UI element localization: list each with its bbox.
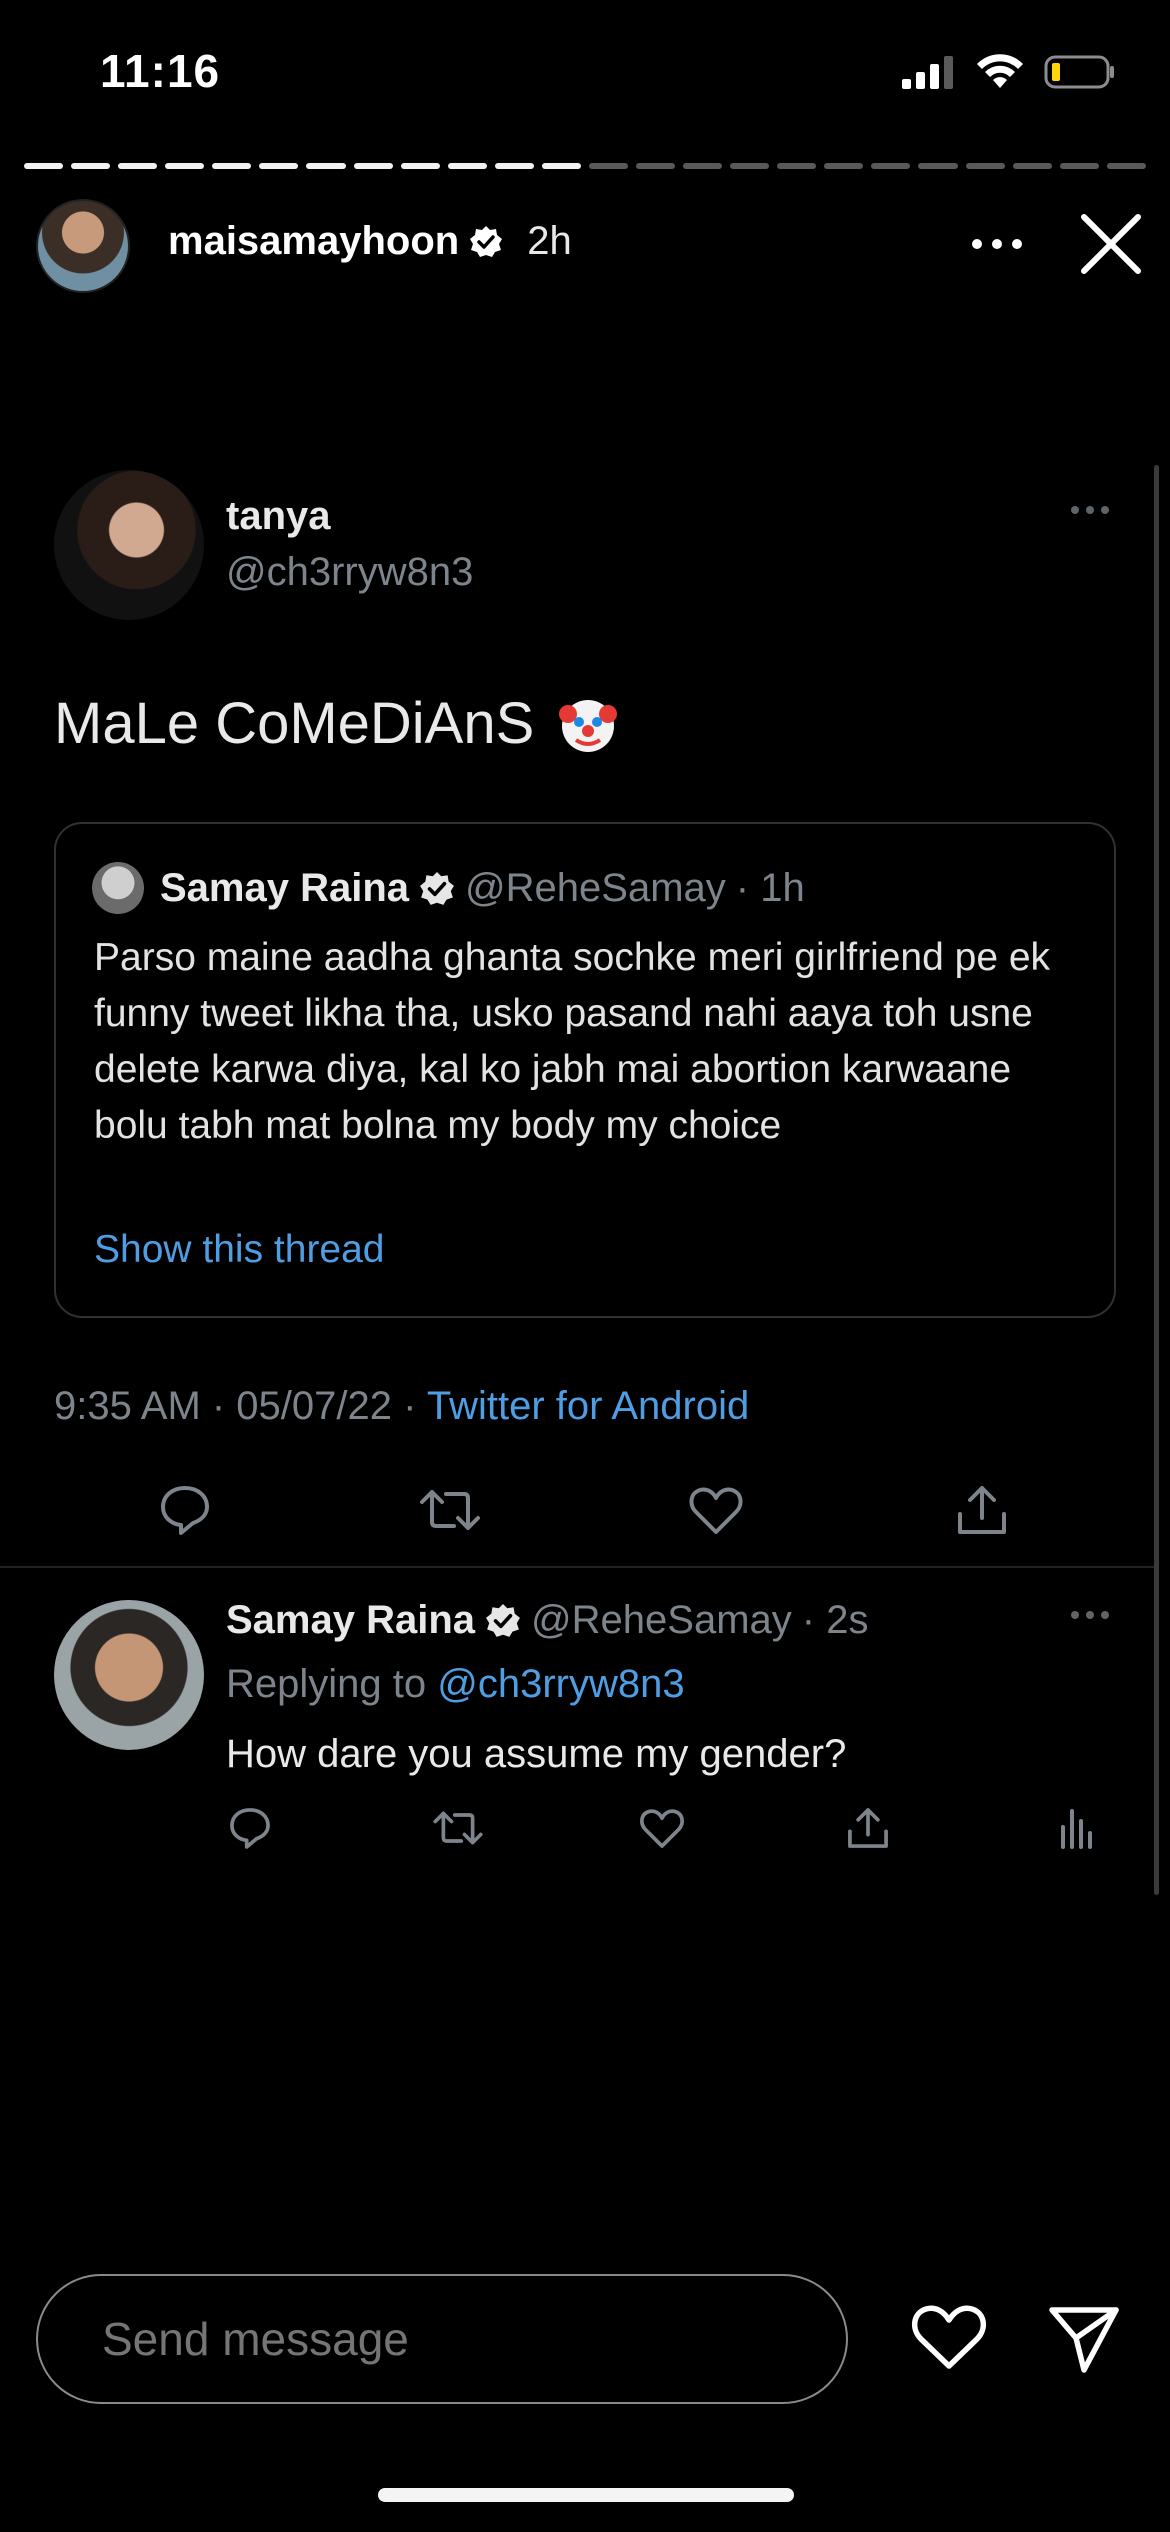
battery-icon bbox=[1044, 55, 1114, 89]
heart-icon bbox=[640, 1809, 684, 1848]
verified-badge-icon bbox=[486, 1603, 520, 1637]
reply-reply-action bbox=[222, 1800, 278, 1856]
story-progress-segment bbox=[918, 163, 958, 169]
story-progress-segment bbox=[353, 163, 393, 169]
divider bbox=[0, 1566, 1154, 1568]
cellular-signal-icon bbox=[902, 56, 953, 89]
status-icons bbox=[902, 54, 1116, 90]
story-progress-segment bbox=[165, 163, 205, 169]
ellipsis-icon bbox=[972, 239, 1022, 249]
story-progress-segment bbox=[1059, 163, 1099, 169]
story-progress-segment bbox=[777, 163, 817, 169]
story-progress-segment bbox=[212, 163, 252, 169]
tweet-text: MaLe CoMeDiAnS bbox=[54, 690, 620, 757]
clown-emoji-icon bbox=[559, 699, 618, 752]
replying-to-mention: @ch3rryw8n3 bbox=[437, 1662, 685, 1706]
story-progress-segment bbox=[824, 163, 864, 169]
story-progress-segment bbox=[541, 163, 581, 169]
story-progress-segment bbox=[306, 163, 346, 169]
story-progress-segment bbox=[871, 163, 911, 169]
tweet-source: Twitter for Android bbox=[426, 1384, 750, 1428]
reply-analytics-action bbox=[1048, 1800, 1104, 1856]
reply-author-handle: @ReheSamay bbox=[531, 1598, 792, 1642]
send-message-input[interactable] bbox=[102, 2312, 802, 2366]
story-progress-segment bbox=[400, 163, 440, 169]
tweet-actions bbox=[0, 1478, 1170, 1548]
quoted-author-handle: @ReheSamay bbox=[465, 866, 726, 910]
share-icon bbox=[958, 1486, 1006, 1534]
reply-actions bbox=[0, 1800, 1170, 1860]
tweet-timestamp: 9:35 AM · 05/07/22 · bbox=[54, 1384, 417, 1428]
story-progress-segment bbox=[1012, 163, 1052, 169]
story-author-avatar[interactable] bbox=[36, 199, 130, 293]
tweet-reply-action bbox=[153, 1478, 217, 1542]
more-options-button[interactable] bbox=[962, 219, 1032, 269]
reply-header: Samay Raina @ReheSamay · 2s bbox=[226, 1598, 868, 1643]
story-progress-segment bbox=[965, 163, 1005, 169]
story-progress-bar bbox=[24, 163, 1146, 169]
reply-share-action bbox=[840, 1800, 896, 1856]
status-bar: 11:16 bbox=[0, 0, 1170, 150]
tweet-author-avatar bbox=[54, 470, 204, 620]
story-progress-segment bbox=[636, 163, 676, 169]
quoted-tweet-text: Parso maine aadha ghanta sochke meri gir… bbox=[94, 936, 1051, 1147]
story-progress-segment bbox=[447, 163, 487, 169]
story-username[interactable]: maisamayhoon bbox=[168, 219, 459, 264]
home-indicator[interactable] bbox=[378, 2488, 794, 2502]
quoted-tweet-header: Samay Raina @ReheSamay · 1h bbox=[160, 866, 805, 911]
status-time: 11:16 bbox=[100, 45, 221, 97]
reply-like-action bbox=[634, 1800, 690, 1856]
reply-time: · 2s bbox=[801, 1598, 869, 1642]
reply-icon bbox=[161, 1486, 209, 1535]
retweet-icon bbox=[420, 1490, 480, 1530]
tweet-more-icon bbox=[1071, 506, 1109, 514]
reply-text: How dare you assume my gender? bbox=[226, 1732, 847, 1776]
wifi-icon bbox=[977, 54, 1023, 88]
story-progress-segment bbox=[683, 163, 723, 169]
story-progress-segment bbox=[118, 163, 158, 169]
reply-author-name: Samay Raina bbox=[226, 1598, 476, 1642]
story-progress-segment bbox=[1106, 163, 1146, 169]
tweet-like-action bbox=[684, 1478, 748, 1542]
reply-author-avatar bbox=[54, 1600, 204, 1750]
tweet-retweet-action bbox=[418, 1478, 482, 1542]
send-paper-plane-icon[interactable] bbox=[1046, 2300, 1122, 2376]
tweet-meta: 9:35 AM · 05/07/22 · Twitter for Android bbox=[54, 1384, 749, 1429]
heart-icon bbox=[689, 1487, 743, 1534]
story-header: maisamayhoon 2h bbox=[36, 195, 1141, 295]
story-progress-segment bbox=[588, 163, 629, 169]
quoted-tweet: Samay Raina @ReheSamay · 1h Parso maine … bbox=[54, 822, 1116, 1318]
story-author[interactable]: maisamayhoon 2h bbox=[168, 219, 572, 264]
retweet-icon bbox=[433, 1811, 483, 1845]
story-progress-segment bbox=[259, 163, 299, 169]
story-time: 2h bbox=[527, 219, 572, 263]
tweet-author-name: tanya bbox=[226, 494, 331, 538]
tweet-author-handle: @ch3rryw8n3 bbox=[226, 550, 474, 594]
reply-retweet-action bbox=[430, 1800, 486, 1856]
reply-icon bbox=[230, 1808, 270, 1849]
story-progress-segment bbox=[71, 163, 111, 169]
send-message-box[interactable] bbox=[36, 2274, 848, 2404]
share-icon bbox=[848, 1808, 888, 1848]
story-progress-segment bbox=[24, 163, 64, 169]
replying-to-label: Replying to bbox=[226, 1662, 427, 1706]
tweet-text-content: MaLe CoMeDiAnS bbox=[54, 691, 535, 756]
show-thread-link: Show this thread bbox=[94, 1228, 385, 1271]
analytics-icon bbox=[1061, 1809, 1092, 1849]
quoted-author-avatar bbox=[92, 862, 144, 914]
story-progress-segment bbox=[494, 163, 534, 169]
verified-badge-icon bbox=[420, 871, 454, 905]
like-story-heart-icon[interactable] bbox=[910, 2302, 988, 2372]
quoted-author-name: Samay Raina bbox=[160, 866, 410, 910]
verified-badge-icon bbox=[470, 225, 503, 257]
story-progress-segment bbox=[730, 163, 770, 169]
tweet-share-action bbox=[950, 1478, 1014, 1542]
scrollbar bbox=[1154, 465, 1159, 1895]
quoted-tweet-time: · 1h bbox=[735, 866, 805, 910]
replying-to: Replying to @ch3rryw8n3 bbox=[226, 1662, 685, 1707]
reply-more-icon bbox=[1071, 1611, 1109, 1619]
close-icon[interactable] bbox=[1076, 209, 1146, 279]
